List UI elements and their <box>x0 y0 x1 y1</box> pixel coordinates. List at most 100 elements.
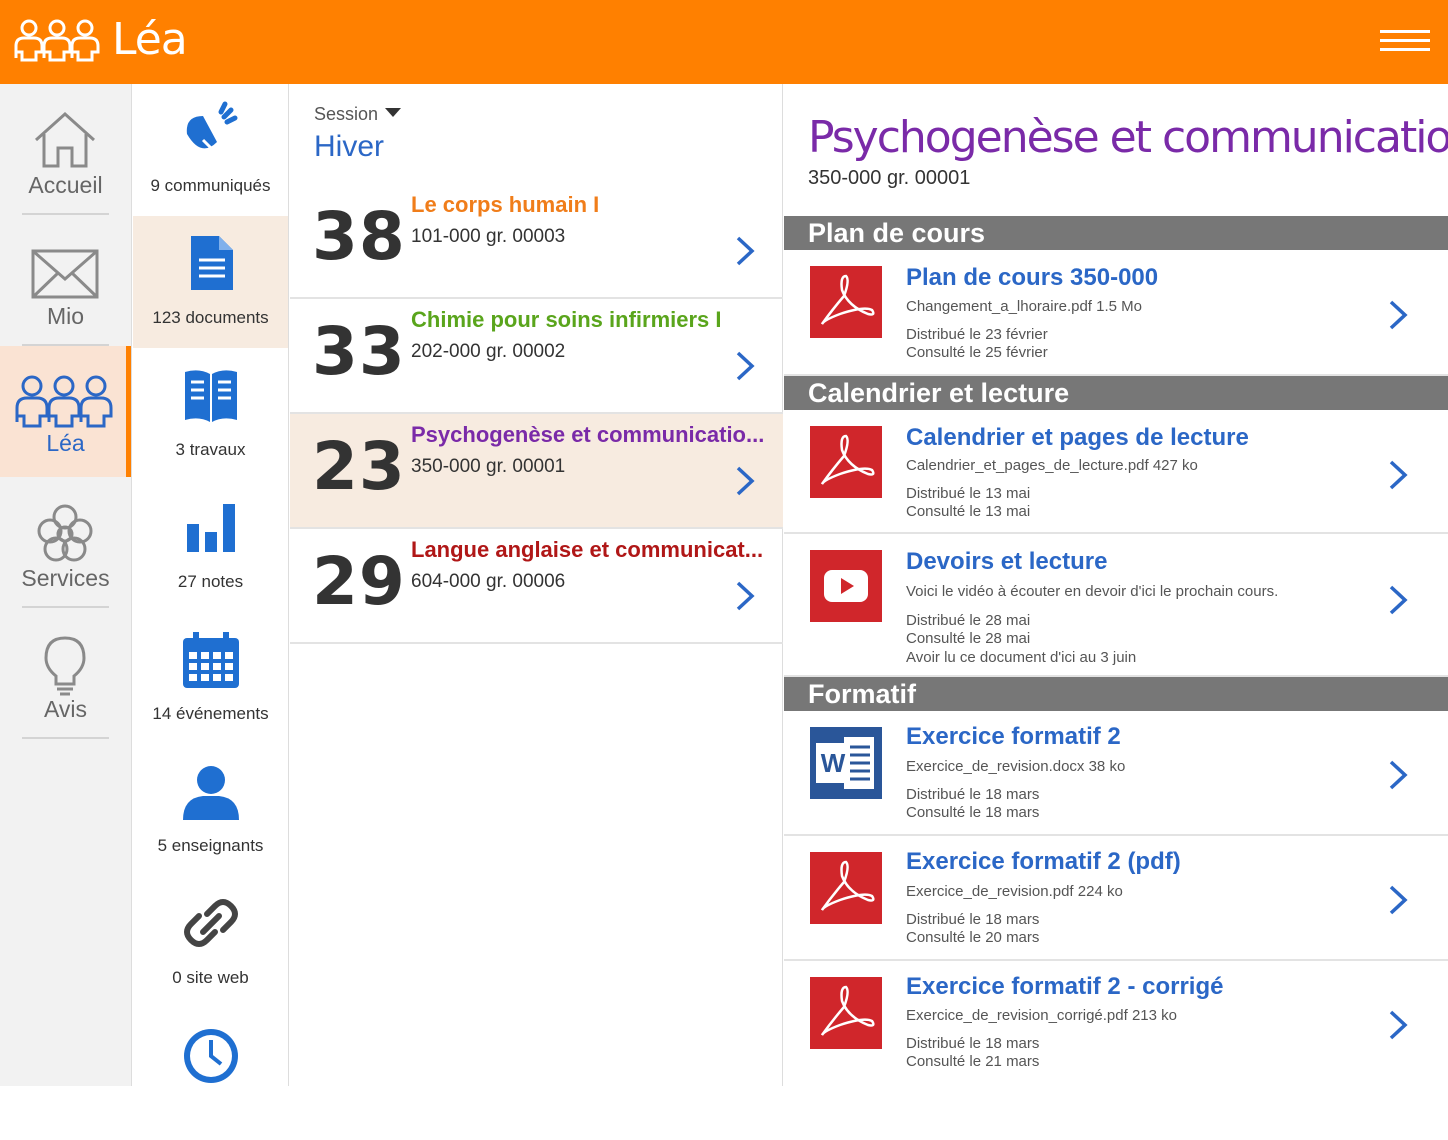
document-consulted: Consulté le 13 mai <box>906 503 1031 520</box>
calendar-icon <box>183 632 239 688</box>
chevron-right-icon[interactable] <box>1387 758 1409 792</box>
document-distributed: Distribué le 13 mai <box>906 485 1031 502</box>
nav-label: Services <box>21 565 110 591</box>
category-evenements[interactable]: 14 événements <box>133 612 288 744</box>
section-header-calendrier: Calendrier et lecture <box>784 376 1448 410</box>
course-row[interactable]: 33 Chimie pour soins infirmiers I 202-00… <box>290 299 783 414</box>
chevron-right-icon[interactable] <box>1387 883 1409 917</box>
chevron-right-icon[interactable] <box>734 234 756 268</box>
pdf-icon <box>810 852 882 924</box>
document-title: Calendrier et pages de lecture <box>906 424 1249 451</box>
document-title: Exercice formatif 2 - corrigé <box>906 973 1224 1000</box>
course-code: 350-000 gr. 00001 <box>411 456 566 477</box>
top-bar: Léa <box>0 0 1448 84</box>
hamburger-menu-icon[interactable] <box>1380 30 1430 54</box>
course-row[interactable]: 38 Le corps humain I 101-000 gr. 00003 <box>290 184 783 299</box>
page-title: Psychogenèse et communication 1 <box>808 112 1448 163</box>
chevron-right-icon[interactable] <box>1387 583 1409 617</box>
people-group-icon <box>15 375 113 428</box>
document-icon <box>191 236 233 290</box>
document-title: Exercice formatif 2 (pdf) <box>906 848 1181 875</box>
nav-label: Avis <box>43 696 88 722</box>
nav-item-lea[interactable]: Léa <box>0 346 131 477</box>
category-label: 123 documents <box>152 308 269 327</box>
envelope-icon <box>31 249 99 299</box>
document-consulted: Consulté le 20 mars <box>906 929 1040 946</box>
course-detail: Psychogenèse et communication 1 350-000 … <box>784 84 1448 1086</box>
document-distributed: Distribué le 28 mai <box>906 612 1031 629</box>
chevron-right-icon[interactable] <box>1387 1008 1409 1042</box>
course-count: 29 <box>312 543 406 620</box>
nav-label: Accueil <box>28 172 103 198</box>
category-label: 14 événements <box>152 704 269 723</box>
home-icon <box>34 111 96 168</box>
document-file: Exercice_de_revision_corrigé.pdf 213 ko <box>906 1007 1177 1024</box>
pdf-icon <box>810 977 882 1049</box>
document-file: Changement_a_lhoraire.pdf 1.5 Mo <box>906 298 1142 315</box>
chevron-right-icon[interactable] <box>734 579 756 613</box>
document-file: Exercice_de_revision.docx 38 ko <box>906 758 1126 775</box>
document-distributed: Distribué le 18 mars <box>906 1035 1040 1052</box>
dropdown-caret-icon[interactable] <box>385 108 401 117</box>
people-group-icon <box>14 19 100 62</box>
course-code: 350-000 gr. 00001 <box>808 167 971 189</box>
course-count: 33 <box>312 313 406 390</box>
document-consulted: Consulté le 25 février <box>906 344 1048 361</box>
open-book-icon <box>185 370 237 422</box>
category-label: 9 communiqués <box>150 176 271 195</box>
category-enseignants[interactable]: 5 enseignants <box>133 744 288 876</box>
course-row[interactable]: 29 Langue anglaise et communicat... 604-… <box>290 529 783 644</box>
document-title: Exercice formatif 2 <box>906 723 1121 750</box>
document-row[interactable]: Exercice formatif 2 - corrigé Exercice_d… <box>784 961 1448 1086</box>
video-play-icon <box>810 550 882 622</box>
nav-item-mio[interactable]: Mio <box>0 215 131 346</box>
megaphone-icon <box>186 101 238 150</box>
category-travaux[interactable]: 3 travaux <box>133 348 288 480</box>
document-file: Calendrier_et_pages_de_lecture.pdf 427 k… <box>906 457 1198 474</box>
category-label: 3 travaux <box>175 440 246 459</box>
nav-item-accueil[interactable]: Accueil <box>0 84 131 215</box>
course-name: Chimie pour soins infirmiers I <box>411 307 722 332</box>
category-documents[interactable]: 123 documents <box>133 216 288 348</box>
document-description: Voici le vidéo à écouter en devoir d'ici… <box>906 583 1279 600</box>
document-row[interactable]: Calendrier et pages de lecture Calendrie… <box>784 410 1448 534</box>
document-title: Plan de cours 350-000 <box>906 264 1159 291</box>
nav-item-services[interactable]: Services <box>0 477 131 608</box>
app-title: Léa <box>112 14 188 65</box>
chevron-right-icon[interactable] <box>1387 458 1409 492</box>
section-header-plan: Plan de cours <box>784 216 1448 250</box>
category-communiques[interactable]: 9 communiqués <box>133 84 288 216</box>
course-code: 202-000 gr. 00002 <box>411 341 566 362</box>
category-notes[interactable]: 27 notes <box>133 480 288 612</box>
document-title: Devoirs et lecture <box>906 548 1108 575</box>
course-code: 604-000 gr. 00006 <box>411 571 566 592</box>
document-consulted: Consulté le 18 mars <box>906 804 1040 821</box>
chevron-right-icon[interactable] <box>1387 298 1409 332</box>
chevron-right-icon[interactable] <box>734 464 756 498</box>
nav-label: Léa <box>46 430 85 456</box>
nav-item-avis[interactable]: Avis <box>0 608 131 739</box>
document-distributed: Distribué le 18 mars <box>906 911 1040 928</box>
lightbulb-icon <box>44 636 86 696</box>
course-count: 23 <box>312 428 406 505</box>
category-label: 27 notes <box>177 572 244 591</box>
category-column: 9 communiqués 123 documents 3 travaux 27… <box>133 84 289 1086</box>
session-label[interactable]: Session <box>314 104 378 125</box>
document-row[interactable]: W Exercice formatif 2 Exercice_de_revisi… <box>784 711 1448 836</box>
chevron-right-icon[interactable] <box>734 349 756 383</box>
document-distributed: Distribué le 23 février <box>906 326 1048 343</box>
session-value[interactable]: Hiver <box>314 130 384 164</box>
nav-label: Mio <box>46 303 85 329</box>
category-horaire[interactable] <box>133 1008 288 1140</box>
pdf-icon <box>810 266 882 338</box>
document-row[interactable]: Plan de cours 350-000 Changement_a_lhora… <box>784 250 1448 376</box>
course-row[interactable]: 23 Psychogenèse et communicatio... 350-0… <box>290 414 783 529</box>
course-list: Session Hiver 38 Le corps humain I 101-0… <box>290 84 783 1086</box>
category-site-web[interactable]: 0 site web <box>133 876 288 1008</box>
document-row[interactable]: Exercice formatif 2 (pdf) Exercice_de_re… <box>784 836 1448 961</box>
course-name: Le corps humain I <box>411 192 600 217</box>
document-row[interactable]: Devoirs et lecture Voici le vidéo à écou… <box>784 534 1448 677</box>
document-due: Avoir lu ce document d'ici au 3 juin <box>906 649 1137 666</box>
course-name: Langue anglaise et communicat... <box>411 537 764 562</box>
svg-text:W: W <box>821 748 846 778</box>
